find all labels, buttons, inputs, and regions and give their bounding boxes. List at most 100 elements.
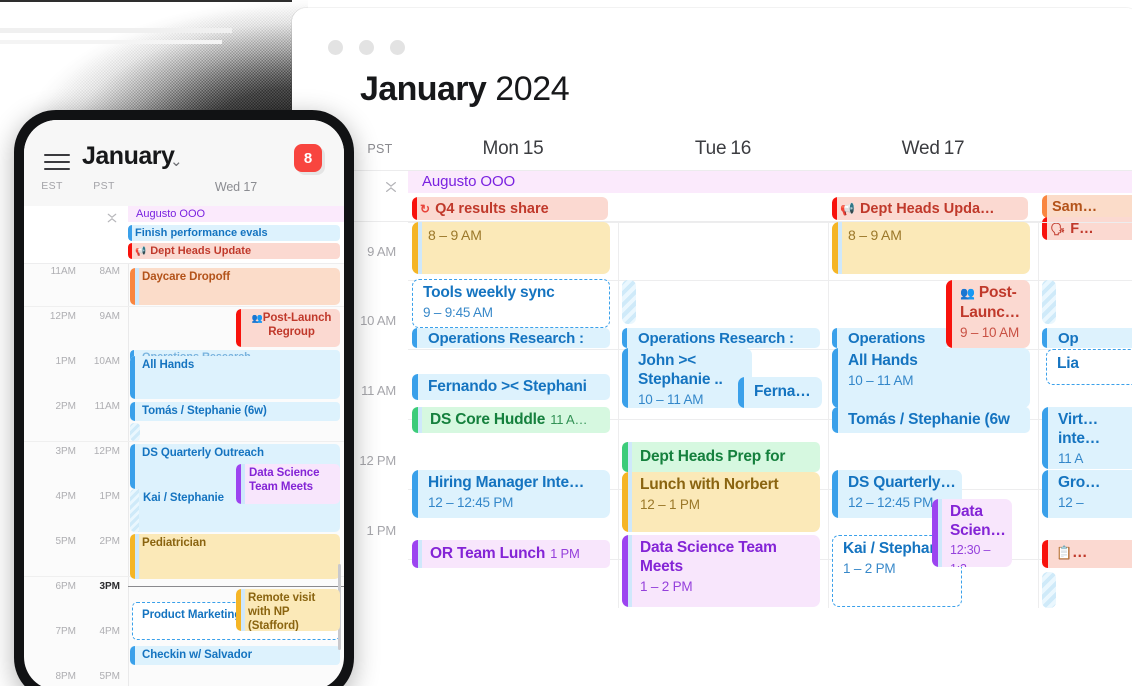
calendar-event[interactable]: 8 – 9 AM	[832, 222, 1030, 274]
calendar-event[interactable]: Lia	[1046, 349, 1132, 385]
event-secondary-bar	[418, 222, 422, 274]
calendar-event[interactable]: All Hands 10 – 11 AM	[832, 348, 1030, 408]
event-title: DS Core Huddle 11 A…	[430, 410, 604, 429]
calendar-event[interactable]: Virt… inte… 11 A	[1042, 407, 1132, 469]
event-time: 12 –	[1058, 495, 1084, 510]
mobile-time-grid: 11AM 8AM 12PM 9AM 1PM 10AM 2PM 11AM 3PM 12PM …	[24, 264, 344, 686]
mobile-time-row-current: 6PM 3PM	[24, 581, 128, 592]
mobile-month-label[interactable]: January	[82, 142, 175, 171]
mobile-day-header[interactable]: Wed 17	[128, 180, 344, 194]
current-time-indicator	[128, 586, 344, 587]
calendar-event[interactable]: 📋…	[1042, 540, 1132, 568]
calendar-event[interactable]: Tools weekly sync 9 – 9:45 AM	[412, 279, 610, 328]
mobile-calendar-event[interactable]: Data Science Team Meets	[236, 464, 340, 504]
screenshot-root: January 2024 EST PST Mon15 Tue16 Wed17	[0, 0, 1132, 686]
notification-badge[interactable]: 8	[294, 144, 322, 172]
tentative-event-hatch[interactable]	[1042, 572, 1056, 608]
calendar-event[interactable]: Operations	[832, 328, 950, 348]
day-header-wed[interactable]: Wed 17	[828, 138, 1038, 160]
grid-line	[828, 222, 829, 608]
mobile-time-row: 8PM 5PM	[24, 671, 128, 682]
chevron-down-icon[interactable]: ⌄	[170, 152, 183, 170]
calendar-event[interactable]: Fernand…	[738, 377, 822, 408]
calendar-event[interactable]: Gro… 12 –	[1042, 470, 1132, 518]
clipboard-icon: 📋	[1056, 545, 1072, 560]
tentative-event-hatch[interactable]	[622, 280, 636, 324]
megaphone-icon: 📢	[840, 201, 855, 216]
calendar-event[interactable]: OR Team Lunch 1 PM	[412, 540, 610, 568]
calendar-event[interactable]: Op	[1042, 328, 1132, 348]
calendar-event[interactable]: 👥 Post-Launc… 9 – 10 AM	[946, 280, 1030, 348]
mobile-calendar-event[interactable]: Pediatrician	[130, 534, 340, 579]
event-title: Fernando >< Stephani	[428, 378, 587, 395]
event-secondary-bar	[241, 589, 245, 631]
calendar-event[interactable]: John >< Stephanie .. 10 – 11 AM	[622, 348, 752, 408]
time-label-pst: 5PM	[99, 671, 120, 682]
all-day-chip[interactable]: 📢 Dept Heads Upda…	[832, 197, 1028, 220]
close-icon[interactable]	[328, 40, 343, 55]
calendar-event[interactable]: Operations Research :	[622, 328, 820, 348]
event-time: 8 – 9 AM	[848, 227, 902, 243]
tentative-event-hatch[interactable]	[130, 423, 140, 441]
day-header-tue[interactable]: Tue 16	[618, 138, 828, 160]
calendar-event[interactable]: Fernando >< Stephani	[412, 374, 610, 400]
mobile-chip-title: Finish performance evals	[135, 227, 268, 239]
mobile-calendar-event[interactable]: All Hands	[130, 356, 340, 399]
calendar-event[interactable]: DS Core Huddle 11 A…	[412, 407, 610, 433]
calendar-event[interactable]: Tomás / Stephanie (6w	[832, 407, 1030, 433]
mobile-all-day-chip[interactable]: 📢 Dept Heads Update	[128, 243, 340, 259]
window-traffic-lights[interactable]	[328, 40, 405, 55]
time-label-pst: 10 AM	[360, 313, 396, 328]
mobile-calendar-event[interactable]: Remote visit with NP (Stafford)	[236, 589, 340, 631]
all-day-chip-title: Q4 results share	[435, 200, 549, 217]
calendar-event[interactable]: 8 – 9 AM	[412, 222, 610, 274]
calendar-event[interactable]: Dept Heads Prep for	[622, 442, 820, 472]
time-label-pst: 11AM	[94, 401, 120, 412]
event-time: 10 – 11 AM	[638, 392, 704, 407]
event-title: Operations	[848, 330, 926, 347]
mobile-phone-mockup: January ⌄ 8 EST PST Wed 17 Augusto OOO F…	[14, 110, 354, 686]
hamburger-menu-icon[interactable]	[44, 154, 70, 170]
people-icon: 👥	[960, 286, 975, 300]
event-color-bar	[946, 280, 952, 348]
event-title: Fernand…	[754, 383, 816, 400]
time-label-pst: 2PM	[99, 536, 120, 547]
event-color-bar	[1042, 195, 1047, 218]
mobile-time-row: 2PM 11AM	[24, 401, 128, 412]
event-time: 1 PM	[550, 546, 580, 561]
event-title: Checkin w/ Salvador	[142, 649, 252, 661]
time-label-pst: 12 PM	[359, 453, 396, 468]
mobile-all-day-chip[interactable]: Finish performance evals	[128, 225, 340, 241]
event-color-bar	[128, 225, 132, 241]
event-title: Tomás / Stephanie (6w	[848, 411, 1010, 428]
event-color-bar	[1042, 328, 1047, 348]
calendar-event[interactable]: Data Science Team Meets 1 – 2 PM	[622, 535, 820, 607]
all-day-banner[interactable]: Augusto OOO	[408, 171, 1132, 193]
event-title: Data Science Team Meets	[640, 539, 777, 575]
event-time: 12:30 – 1:3	[950, 543, 991, 567]
chevron-collapse-icon[interactable]	[384, 180, 398, 194]
event-color-bar	[738, 377, 744, 408]
mobile-calendar-event[interactable]: Tomás / Stephanie (6w)	[130, 402, 340, 421]
calendar-event[interactable]: Operations Research :	[412, 328, 610, 348]
event-color-bar	[832, 197, 837, 220]
mobile-calendar-event[interactable]: Checkin w/ Salvador	[130, 646, 340, 665]
mobile-calendar-event[interactable]: 👥Post-Launch Regroup	[236, 309, 340, 347]
calendar-event[interactable]: Lunch with Norbert 12 – 1 PM	[622, 472, 820, 532]
calendar-event[interactable]: Data Scien… 12:30 – 1:3	[932, 499, 1012, 567]
day-header-mon[interactable]: Mon 15	[408, 138, 618, 160]
year-label: 2024	[495, 70, 570, 108]
all-day-chip[interactable]: Sam…	[1042, 195, 1132, 218]
event-title: 👥Post-Launch Regroup	[247, 311, 336, 339]
window-titlebar	[292, 8, 1132, 70]
event-color-bar	[412, 197, 417, 220]
mobile-calendar-event[interactable]: Daycare Dropoff	[130, 268, 340, 305]
calendar-event[interactable]: Hiring Manager Inte… 12 – 12:45 PM	[412, 470, 610, 518]
event-time: 12 – 12:45 PM	[428, 495, 514, 510]
chevron-collapse-icon[interactable]	[106, 212, 118, 224]
minimize-icon[interactable]	[359, 40, 374, 55]
zoom-icon[interactable]	[390, 40, 405, 55]
mobile-all-day-banner[interactable]: Augusto OOO	[128, 206, 344, 222]
tentative-event-hatch[interactable]	[1042, 280, 1056, 324]
all-day-chip[interactable]: ↻ Q4 results share	[412, 197, 608, 220]
